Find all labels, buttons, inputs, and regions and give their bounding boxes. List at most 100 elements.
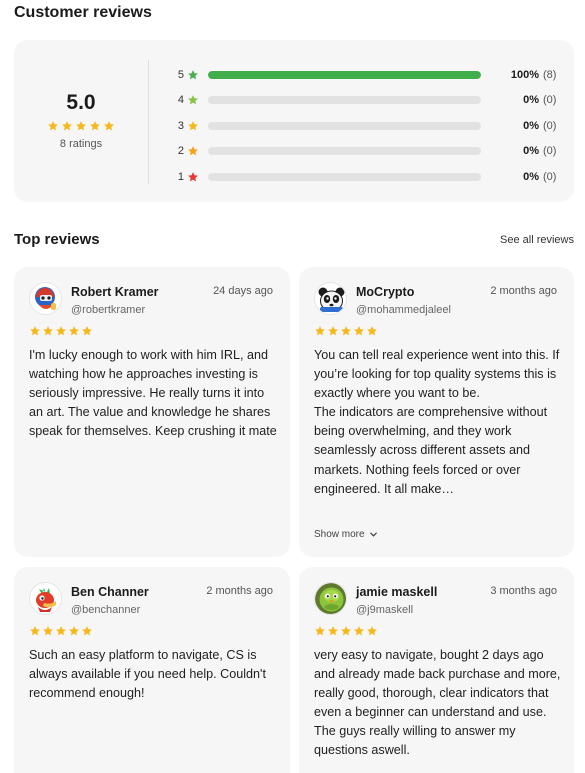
row-count: (8) (543, 68, 557, 81)
reviewer-name[interactable]: Ben Channer (71, 585, 149, 599)
review-text: You can tell real experience went into t… (314, 346, 562, 499)
average-score: 5.0 (66, 91, 96, 114)
star-icon (48, 121, 58, 131)
star-icon (30, 326, 40, 336)
star-icon (354, 326, 364, 336)
avatar[interactable] (314, 582, 347, 615)
row-percent: 0% (523, 119, 539, 132)
average-stars (14, 120, 148, 132)
row-star-count: 2 (177, 145, 184, 158)
star-icon (90, 121, 100, 131)
rating-row-4[interactable]: 4 0% (0) (174, 88, 564, 114)
review-text: I'm lucky enough to work with him IRL, a… (29, 346, 278, 441)
review-date: 2 months ago (490, 285, 557, 297)
rating-bar (208, 172, 481, 181)
star-icon (187, 120, 199, 132)
review-paragraph: I'm lucky enough to work with him IRL, a… (29, 348, 277, 439)
review-stars (314, 625, 378, 637)
star-icon (341, 626, 351, 636)
star-icon (43, 626, 53, 636)
review-card: MoCrypto @mohammedjaleel 2 months ago Yo… (299, 267, 574, 557)
rating-row-2[interactable]: 2 0% (0) (174, 139, 564, 165)
rating-bar (208, 147, 481, 156)
star-icon (341, 326, 351, 336)
rating-row-1[interactable]: 1 0% (0) (174, 164, 564, 190)
average-rating: 5.0 8 ratings (14, 90, 148, 150)
review-paragraph: Such an easy platform to navigate, CS is… (29, 648, 266, 701)
review-card: jamie maskell @j9maskell 3 months ago ve… (299, 567, 574, 773)
reviewer-name[interactable]: jamie maskell (356, 585, 437, 599)
star-icon (188, 171, 198, 182)
review-card: Ben Channer @benchanner 2 months ago Suc… (14, 567, 290, 773)
star-icon (82, 626, 92, 636)
avatar[interactable] (29, 282, 62, 315)
row-star-count: 1 (177, 170, 184, 183)
star-icon (188, 95, 198, 105)
star-icon (188, 69, 198, 80)
star-icon (187, 94, 199, 106)
review-paragraph: You can tell real experience went into t… (314, 348, 560, 401)
row-star-count: 3 (177, 119, 184, 132)
review-paragraph: very easy to navigate, bought 2 days ago… (314, 648, 561, 758)
star-icon (62, 121, 72, 131)
star-icon (187, 171, 199, 183)
red-creature-mascot-icon (30, 583, 61, 614)
reviewer-name[interactable]: MoCrypto (356, 285, 414, 299)
star-icon (188, 120, 198, 131)
row-percent: 0% (523, 145, 539, 158)
row-star-count: 4 (177, 94, 184, 107)
star-icon (43, 326, 53, 336)
page-title: Customer reviews (14, 4, 152, 21)
star-icon (354, 626, 364, 636)
star-icon (30, 626, 40, 636)
reviewer-name[interactable]: Robert Kramer (71, 285, 159, 299)
reviewer-handle: @j9maskell (356, 604, 414, 616)
reviewer-handle: @robertkramer (71, 304, 146, 316)
rating-row-5[interactable]: 5 100% (8) (174, 62, 564, 88)
row-percent: 100% (510, 68, 539, 81)
rating-row-3[interactable]: 3 0% (0) (174, 113, 564, 139)
rating-distribution: 5 100% (8) 4 0% (0) 3 0% (0) 2 0% (0) 1 … (174, 62, 564, 190)
star-icon (69, 326, 79, 336)
star-icon (187, 145, 199, 157)
star-icon (187, 69, 199, 81)
review-stars (314, 325, 378, 337)
review-text: very easy to navigate, bought 2 days ago… (314, 646, 562, 761)
ratings-count: 8 ratings (59, 138, 103, 150)
rating-bar (208, 121, 481, 130)
row-star-count: 5 (177, 68, 184, 81)
row-count: (0) (543, 119, 557, 132)
avatar[interactable] (314, 282, 347, 315)
star-icon (82, 326, 92, 336)
star-icon (56, 626, 66, 636)
robot-mascot-red-icon (30, 283, 61, 314)
star-icon (328, 626, 338, 636)
panda-mascot-icon (315, 283, 346, 314)
show-more-label: Show more (314, 529, 365, 540)
avatar[interactable] (29, 582, 62, 615)
row-count: (0) (543, 94, 557, 107)
review-date: 2 months ago (206, 585, 273, 597)
review-stars (29, 625, 93, 637)
row-count: (0) (543, 170, 557, 183)
star-icon (367, 326, 377, 336)
row-percent: 0% (523, 94, 539, 107)
review-date: 24 days ago (213, 285, 273, 297)
star-icon (104, 121, 114, 131)
review-card: Robert Kramer @robertkramer 24 days ago … (14, 267, 290, 557)
see-all-reviews-link[interactable]: See all reviews (500, 234, 574, 246)
rating-bar (208, 96, 481, 105)
reviewer-handle: @benchanner (71, 604, 141, 616)
review-paragraph: The indicators are comprehensive without… (314, 405, 548, 496)
reviewer-handle: @mohammedjaleel (356, 304, 451, 316)
green-bird-mascot-icon (315, 583, 346, 614)
show-more-button[interactable]: Show more (314, 529, 378, 540)
star-icon (76, 121, 86, 131)
star-icon (69, 626, 79, 636)
row-count: (0) (543, 145, 557, 158)
row-percent: 0% (523, 170, 539, 183)
rating-summary: 5.0 8 ratings 5 100% (8) 4 0% (0) 3 0% (… (14, 40, 574, 202)
star-icon (367, 626, 377, 636)
rating-bar (208, 70, 481, 79)
review-stars (29, 325, 93, 337)
